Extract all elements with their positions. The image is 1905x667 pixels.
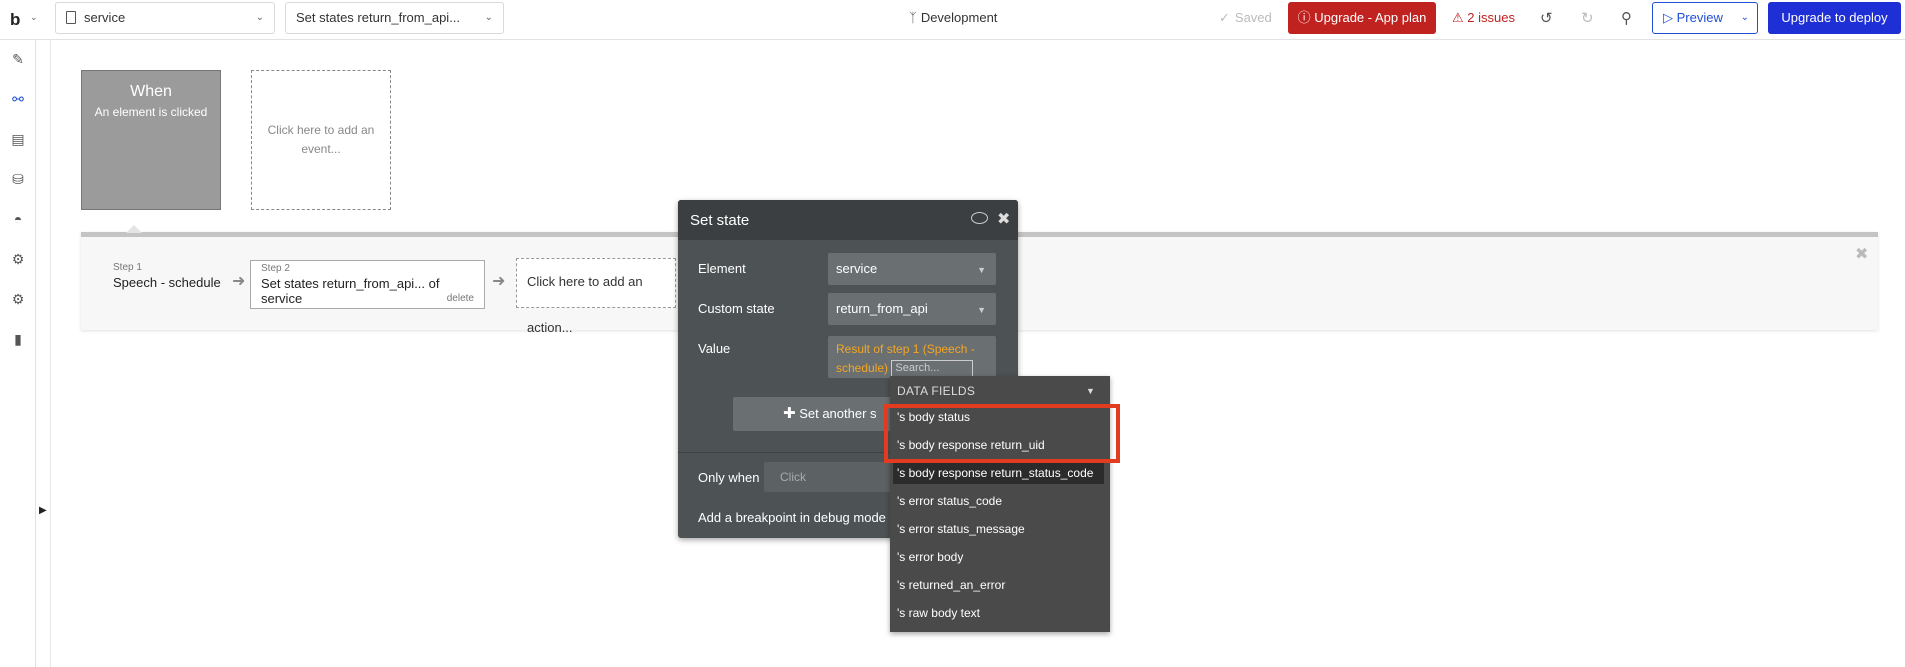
caret-down-icon: ▼ [977, 305, 986, 315]
preview-button[interactable]: ▷ Preview ⌄ [1652, 2, 1758, 34]
dropdown-item[interactable]: 's raw body text [893, 602, 1104, 624]
event-subtitle: An element is clicked [94, 105, 208, 119]
close-icon[interactable]: ✖ [997, 209, 1010, 229]
element-dropdown[interactable]: service ▼ [828, 253, 996, 285]
step-label: Step 2 [261, 263, 290, 274]
plus-icon: ✚ [783, 405, 796, 422]
dropdown-item[interactable]: 's error body [893, 546, 1104, 568]
close-icon[interactable]: ✖ [1855, 244, 1868, 264]
expression-part[interactable]: schedule) [836, 361, 888, 375]
page-selector-label: service [84, 10, 126, 25]
breakpoint-checkbox-label[interactable]: Add a breakpoint in debug mode [698, 510, 886, 525]
issues-label: 2 issues [1467, 10, 1515, 25]
upgrade-plan-label: Upgrade - App plan [1314, 10, 1427, 25]
set-another-label: Set another s [799, 406, 877, 421]
panel-header: Set state ✖ [678, 200, 1018, 240]
step-text: Set states return_from_api... of service [261, 276, 440, 306]
element-label: Element [698, 261, 746, 276]
dropdown-item[interactable]: 's error status_message [893, 518, 1104, 540]
expression-search-input[interactable]: Search... [891, 360, 974, 378]
step-label: Step 1 [113, 262, 142, 273]
branch-label: Development [920, 10, 998, 25]
element-value: service [836, 261, 878, 276]
panel-title: Set state [690, 212, 750, 229]
comment-icon[interactable] [971, 212, 988, 224]
arrow-right-icon: ➜ [492, 273, 506, 290]
pencil-icon[interactable]: ✎ [9, 50, 27, 68]
dropdown-item[interactable]: 's body response return_status_code [893, 462, 1104, 484]
chevron-down-icon: ⌄ [484, 12, 493, 23]
event-block[interactable]: When An element is clicked [81, 70, 221, 210]
page-icon [66, 11, 76, 24]
redo-icon[interactable]: ↻ [1581, 9, 1594, 27]
expression-part[interactable]: Result of step 1 (Speech - [836, 342, 975, 356]
custom-state-label: Custom state [698, 301, 775, 316]
value-expression[interactable]: Result of step 1 (Speech - schedule) Sea… [828, 336, 996, 378]
check-circle-icon: ✓ [1219, 10, 1230, 25]
dropdown-item[interactable]: 's returned_an_error [893, 574, 1104, 596]
upgrade-plan-button[interactable]: ⓘ Upgrade - App plan [1288, 2, 1436, 34]
issues-button[interactable]: ⚠ 2 issues [1452, 10, 1515, 26]
only-when-input[interactable]: Click [764, 462, 894, 492]
warning-icon: ⚠ [1452, 10, 1464, 25]
workflow-selector-label: Set states return_from_api... [296, 10, 461, 25]
preview-label: Preview [1676, 10, 1723, 25]
saved-label: Saved [1234, 10, 1272, 25]
left-sidebar: ✎ ⚯ ▤ ⛁ ◓ ⚙ ⚙ ▮ [0, 40, 36, 667]
workflow-icon[interactable]: ⚯ [9, 90, 27, 108]
only-when-label: Only when [698, 470, 760, 485]
saved-status: ✓ Saved [1219, 10, 1272, 26]
top-bar: b ⌄ service ⌄ Set states return_from_api… [0, 0, 1905, 40]
database-icon[interactable]: ⛁ [9, 170, 27, 188]
settings-icon[interactable]: ⚙ [9, 290, 27, 308]
branch-icon: ᛉ [909, 10, 917, 25]
logs-icon[interactable]: ▮ [9, 330, 27, 348]
event-pointer [126, 225, 142, 233]
palette-icon[interactable]: ◓ [9, 210, 27, 228]
expand-arrow-icon[interactable]: ▶ [39, 505, 47, 516]
page-selector[interactable]: service ⌄ [55, 2, 275, 34]
chevron-down-icon: ⌄ [255, 12, 264, 23]
custom-state-value: return_from_api [836, 301, 928, 316]
event-title: When [130, 83, 172, 100]
plugin-icon[interactable]: ⚙ [9, 250, 27, 268]
search-icon[interactable]: ⚲ [1621, 9, 1632, 27]
step-1[interactable]: Step 1 Speech - schedule [113, 262, 221, 290]
caret-down-icon: ▼ [977, 265, 986, 275]
undo-icon[interactable]: ↺ [1540, 9, 1553, 27]
caret-down-icon[interactable]: ▼ [1086, 386, 1095, 396]
chevron-down-icon[interactable]: ⌄ [30, 12, 38, 23]
alert-circle-icon: ⓘ [1297, 10, 1311, 25]
add-event-button[interactable]: Click here to add an event... [251, 70, 391, 210]
data-icon[interactable]: ▤ [9, 130, 27, 148]
step-2[interactable]: Step 2 Set states return_from_api... of … [250, 260, 485, 309]
annotation-highlight-box [884, 404, 1120, 463]
custom-state-dropdown[interactable]: return_from_api ▼ [828, 293, 996, 325]
chevron-down-icon[interactable]: ⌄ [1741, 3, 1749, 33]
add-action-button[interactable]: Click here to add an action... [516, 258, 676, 335]
delete-step-link[interactable]: delete [447, 293, 474, 304]
upgrade-to-deploy-button[interactable]: Upgrade to deploy [1768, 2, 1901, 34]
step-text: Speech - schedule [113, 275, 221, 290]
arrow-right-icon: ➜ [232, 273, 246, 290]
dropdown-item[interactable]: 's error status_code [893, 490, 1104, 512]
branch-selector[interactable]: ᛉ Development [909, 10, 997, 25]
value-label: Value [698, 341, 731, 356]
canvas-edge [50, 40, 51, 667]
workflow-selector[interactable]: Set states return_from_api... ⌄ [285, 2, 504, 34]
dropdown-header: DATA FIELDS [897, 384, 976, 398]
play-icon: ▷ [1663, 10, 1673, 25]
logo[interactable]: b [10, 10, 20, 30]
